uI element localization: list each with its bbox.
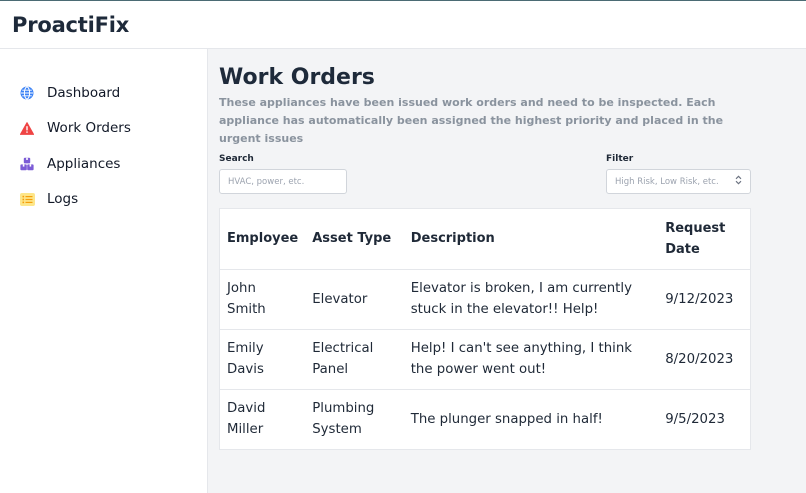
cell-request-date: 9/12/2023 xyxy=(658,269,750,330)
sidebar-item-logs[interactable]: Logs xyxy=(0,182,207,218)
filter-group: Filter High Risk, Low Risk, etc. xyxy=(606,154,751,194)
column-header-asset-type[interactable]: Asset Type xyxy=(305,209,404,270)
cell-request-date: 8/20/2023 xyxy=(658,329,750,390)
column-header-description[interactable]: Description xyxy=(403,209,659,270)
sidebar-item-dashboard[interactable]: Dashboard xyxy=(0,75,207,111)
sidebar-item-label: Logs xyxy=(47,191,79,208)
main-content: Work Orders These appliances have been i… xyxy=(219,49,751,450)
cell-employee: Emily Davis xyxy=(220,329,306,390)
filter-placeholder: High Risk, Low Risk, etc. xyxy=(615,176,719,187)
boxes-icon xyxy=(19,156,35,172)
table-row[interactable]: John Smith Elevator Elevator is broken, … xyxy=(220,269,750,330)
column-header-request-date[interactable]: Request Date xyxy=(658,209,750,270)
page-subtitle: These appliances have been issued work o… xyxy=(219,96,724,145)
app-logo[interactable]: ProactiFix xyxy=(12,13,129,37)
list-icon xyxy=(19,191,35,207)
sidebar-item-label: Dashboard xyxy=(47,84,121,101)
cell-employee: John Smith xyxy=(220,269,306,330)
filter-bar: Search Filter High Risk, Low Risk, etc. xyxy=(219,154,751,194)
sidebar-item-appliances[interactable]: Appliances xyxy=(0,146,207,182)
cell-employee: David Miller xyxy=(227,401,266,438)
table-row[interactable]: David Miller Plumbing System The plunger… xyxy=(220,389,750,449)
sidebar: Dashboard Work Orders Appliances Logs xyxy=(0,49,208,493)
cell-request-date: 9/5/2023 xyxy=(665,411,725,427)
page-title: Work Orders xyxy=(219,65,375,90)
sidebar-item-label: Work Orders xyxy=(47,120,131,137)
cell-description: Elevator is broken, I am currently stuck… xyxy=(403,269,659,330)
select-arrows-icon xyxy=(735,175,742,188)
cell-asset-type: Electrical Panel xyxy=(305,329,404,390)
sidebar-item-label: Appliances xyxy=(47,155,121,172)
search-group: Search xyxy=(219,154,347,194)
search-input[interactable] xyxy=(219,169,347,194)
column-header-employee[interactable]: Employee xyxy=(220,209,306,270)
sidebar-item-work-orders[interactable]: Work Orders xyxy=(0,111,207,147)
warning-icon xyxy=(19,120,35,136)
filter-select[interactable]: High Risk, Low Risk, etc. xyxy=(606,169,751,194)
table-header-row: Employee Asset Type Description Request … xyxy=(220,209,750,270)
globe-icon xyxy=(19,85,35,101)
top-bar: ProactiFix xyxy=(0,0,806,49)
work-orders-table: Employee Asset Type Description Request … xyxy=(219,208,751,450)
filter-label: Filter xyxy=(606,154,634,164)
table-row[interactable]: Emily Davis Electrical Panel Help! I can… xyxy=(220,329,750,390)
cell-asset-type: Elevator xyxy=(305,269,404,330)
search-label: Search xyxy=(219,154,254,164)
cell-description: The plunger snapped in half! xyxy=(410,411,603,427)
cell-description: Help! I can't see anything, I think the … xyxy=(403,329,659,390)
cell-asset-type: Plumbing System xyxy=(312,401,375,438)
